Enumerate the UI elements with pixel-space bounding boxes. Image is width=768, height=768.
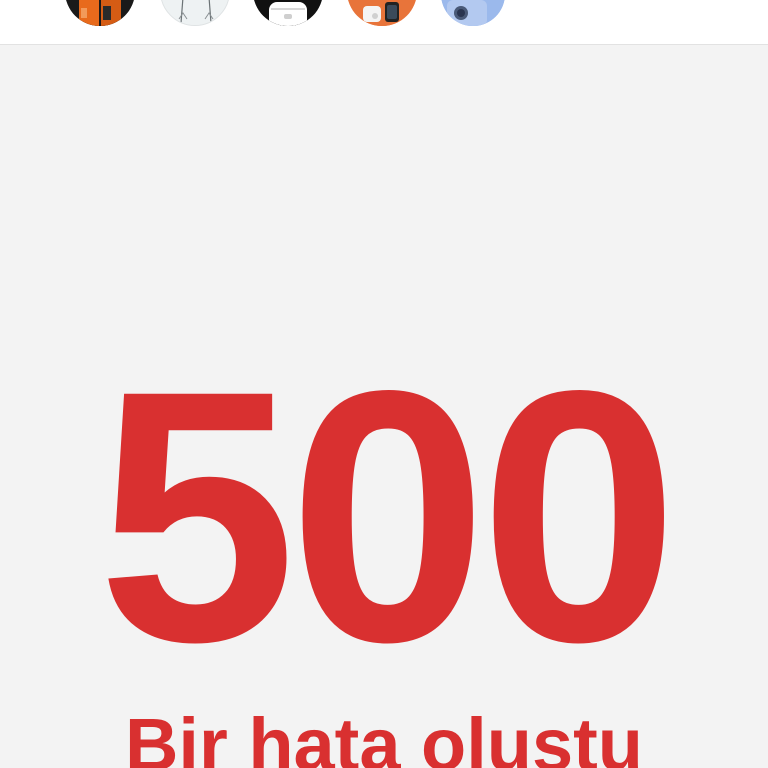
earbuds-case-thumbnail-icon [253, 0, 323, 26]
error-code: 500 [97, 316, 678, 716]
story-thumbnail-5[interactable] [441, 0, 505, 26]
white-device-thumbnail-icon [161, 0, 229, 25]
story-thumbnail-4[interactable] [347, 0, 417, 26]
story-thumbnail-3[interactable] [253, 0, 323, 26]
watch-earbuds-thumbnail-icon [347, 0, 417, 26]
blue-phone-thumbnail-icon [441, 0, 505, 26]
story-thumbnail-1[interactable] [65, 0, 135, 26]
story-strip [0, 0, 768, 45]
error-page: 500 Bir hata oluştu [0, 45, 768, 768]
orange-phone-thumbnail-icon [65, 0, 135, 26]
story-thumbnail-2[interactable] [160, 0, 230, 26]
error-message: Bir hata oluştu [124, 703, 644, 768]
